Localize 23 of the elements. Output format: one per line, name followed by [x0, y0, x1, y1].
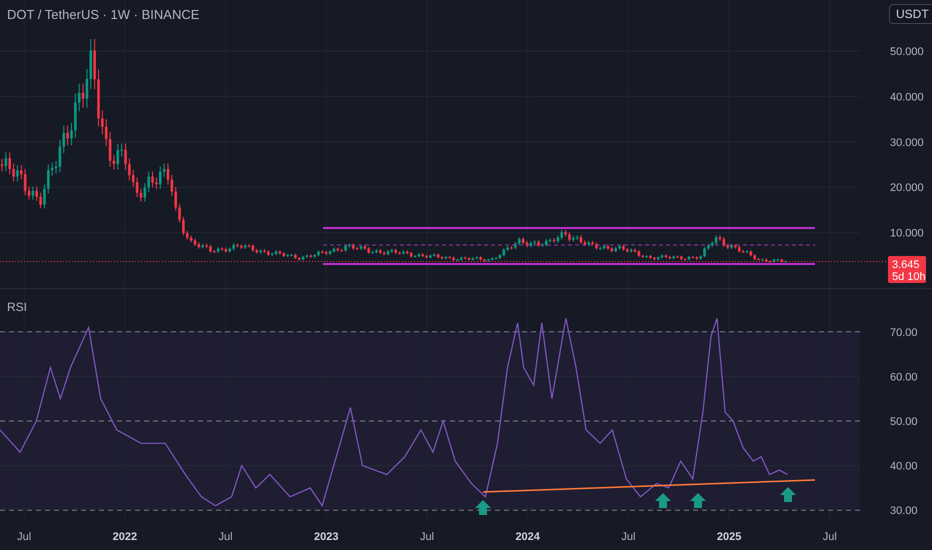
- indicator-title: RSI: [7, 299, 28, 316]
- price-axis-label: 40.000: [890, 91, 924, 104]
- price-axis-label: 50.000: [890, 46, 924, 58]
- rsi-axis-label: 40.00: [890, 460, 918, 473]
- time-axis-label: Jul: [420, 531, 434, 543]
- time-axis-label: Jul: [822, 531, 837, 543]
- time-axis-label: Jul: [621, 531, 636, 543]
- rsi-axis-label: 30.00: [890, 505, 918, 518]
- rsi-axis-label: 60.00: [890, 371, 918, 384]
- time-axis-label: 2023: [314, 531, 339, 543]
- time-axis-label: 2025: [716, 531, 742, 543]
- price-axis-label: 30.000: [890, 136, 924, 149]
- last-price-label: 3.645 5d 10h: [888, 256, 926, 283]
- time-axis-label: 2024: [515, 531, 540, 543]
- currency-button[interactable]: USDT: [889, 4, 932, 24]
- price-axis-label: 20.000: [890, 182, 924, 194]
- rsi-axis-label: 70.00: [890, 326, 918, 339]
- rsi-axis-label: 50.00: [890, 416, 918, 428]
- price-axis-label: 10.000: [890, 228, 924, 240]
- time-axis-label: 2022: [112, 531, 138, 543]
- chart-title: DOT / TetherUS · 1W · BINANCE: [7, 6, 200, 24]
- time-axis-label: Jul: [17, 531, 32, 543]
- time-axis-label: Jul: [218, 531, 233, 543]
